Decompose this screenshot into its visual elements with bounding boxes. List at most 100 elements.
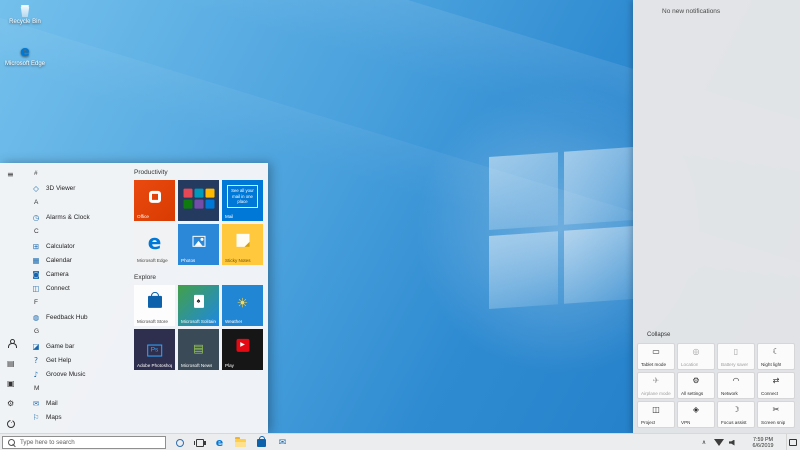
tile-microsoft-store[interactable]: Microsoft Store <box>134 285 175 326</box>
app-list-item-mail[interactable]: ✉ Mail <box>25 396 131 410</box>
desktop-icon-recycle-bin[interactable]: Recycle Bin <box>2 5 48 26</box>
tile-photos[interactable]: Photos <box>178 224 219 265</box>
office-icon <box>149 190 161 202</box>
user-icon[interactable] <box>7 339 16 350</box>
tile-office[interactable]: Office <box>134 180 175 221</box>
tray-network-button[interactable] <box>712 434 725 450</box>
connect-icon: ◫ <box>31 284 41 293</box>
tray-expand-button[interactable]: ∧ <box>698 434 710 450</box>
taskbar-edge-button[interactable]: e <box>210 434 229 450</box>
app-list-item-groove-music[interactable]: ♪ Groove Music <box>25 367 131 381</box>
tile-weather[interactable]: ☀ Weather <box>222 285 263 326</box>
location-icon: ◎ <box>678 347 714 356</box>
cortana-button[interactable] <box>170 434 189 450</box>
quick-action-battery-saver[interactable]: ▯ Battery saver <box>717 343 755 370</box>
desktop: Recycle Bin e Microsoft Edge No new noti… <box>0 0 800 450</box>
app-list-item-get-help[interactable]: ? Get Help <box>25 353 131 367</box>
app-list-item-calendar[interactable]: ▦ Calendar <box>25 253 131 267</box>
app-list-item-camera[interactable]: ◙ Camera <box>25 267 131 281</box>
quick-action-airplane-mode[interactable]: ✈ Airplane mode <box>637 372 675 399</box>
power-icon[interactable] <box>7 420 15 430</box>
hamburger-menu-icon[interactable]: ≡ <box>7 170 14 179</box>
tile-microsoft-edge[interactable]: e Microsoft Edge <box>134 224 175 265</box>
app-list-item-alarms-clock[interactable]: ◷ Alarms & Clock <box>25 210 131 224</box>
tile-group-explore: Microsoft Store Microsoft Solitaire Coll… <box>134 285 268 370</box>
tile-solitaire[interactable]: Microsoft Solitaire Collection <box>178 285 219 326</box>
quick-action-location[interactable]: ◎ Location <box>677 343 715 370</box>
app-list-item-connect[interactable]: ◫ Connect <box>25 281 131 295</box>
feedback-icon: ◍ <box>31 313 41 322</box>
documents-icon[interactable]: ▤ <box>7 359 15 368</box>
focus-assist-icon: ☽ <box>718 405 754 414</box>
tile-microsoft-news[interactable]: ▤ Microsoft News <box>178 329 219 370</box>
wifi-icon <box>714 439 724 446</box>
photos-icon <box>192 235 205 246</box>
pictures-icon[interactable]: ▣ <box>7 379 15 388</box>
file-explorer-button[interactable] <box>231 434 250 450</box>
desktop-icon-edge[interactable]: e Microsoft Edge <box>2 45 48 68</box>
sun-icon: ☀ <box>237 296 249 311</box>
maps-flag-icon: ⚐ <box>31 413 41 422</box>
night-light-icon: ☾ <box>758 347 794 356</box>
app-list-item-3d-viewer[interactable]: ◇ 3D Viewer <box>25 181 131 195</box>
app-list-section-header[interactable]: F <box>25 295 131 310</box>
windows-logo-pane <box>489 152 558 230</box>
project-icon: ◫ <box>638 405 674 414</box>
task-view-button[interactable] <box>190 434 209 450</box>
clock-icon: ◷ <box>31 213 41 222</box>
recycle-bin-icon <box>20 5 30 17</box>
app-list-section-header[interactable]: A <box>25 195 131 210</box>
search-input[interactable]: Type here to search <box>2 436 166 449</box>
app-list-section-header[interactable]: # <box>25 166 131 181</box>
store-button[interactable] <box>252 434 271 450</box>
tile-group-title[interactable]: Productivity <box>134 169 268 176</box>
tile-apps-live[interactable] <box>178 180 219 221</box>
app-list-item-calculator[interactable]: ⊞ Calculator <box>25 239 131 253</box>
start-app-list: # ◇ 3D Viewer A ◷ Alarms & Clock C ⊞ Cal… <box>25 166 131 424</box>
network-icon: ◠ <box>718 376 754 385</box>
tablet-mode-icon: ▭ <box>638 347 674 356</box>
app-list-item-game-bar[interactable]: ◪ Game bar <box>25 339 131 353</box>
taskbar-clock[interactable]: 7:59 PM 6/6/2019 <box>741 434 785 450</box>
windows-logo <box>489 147 633 309</box>
edge-icon: e <box>216 436 223 449</box>
calculator-icon: ⊞ <box>31 242 41 251</box>
quick-action-all-settings[interactable]: ⚙ All settings <box>677 372 715 399</box>
airplane-icon: ✈ <box>638 376 674 385</box>
quick-action-screen-snip[interactable]: ✂ Screen snip <box>757 401 795 428</box>
settings-gear-icon[interactable]: ⚙ <box>7 399 14 408</box>
sticky-note-icon <box>236 233 249 246</box>
windows-logo-pane <box>564 147 633 225</box>
start-menu-rail: ≡ ▤ ▣ ⚙ <box>0 163 24 433</box>
tile-group-title[interactable]: Explore <box>134 274 268 281</box>
tile-adobe-photoshop[interactable]: Ps Adobe Photoshop Express <box>134 329 175 370</box>
app-list-section-header[interactable]: M <box>25 381 131 396</box>
quick-action-connect[interactable]: ⇄ Connect <box>757 372 795 399</box>
quick-action-network[interactable]: ◠ Network <box>717 372 755 399</box>
quick-action-project[interactable]: ◫ Project <box>637 401 675 428</box>
photoshop-ps-icon: Ps <box>147 344 163 357</box>
action-center-button[interactable] <box>786 434 799 450</box>
windows-logo-pane <box>564 226 633 304</box>
screen-snip-icon: ✂ <box>758 405 794 414</box>
quick-action-tablet-mode[interactable]: ▭ Tablet mode <box>637 343 675 370</box>
app-list-item-maps[interactable]: ⚐ Maps <box>25 410 131 424</box>
quick-action-vpn[interactable]: ◈ VPN <box>677 401 715 428</box>
edge-icon: e <box>148 230 162 254</box>
vpn-icon: ◈ <box>678 405 714 414</box>
mail-icon: ✉ <box>31 399 41 408</box>
app-list-section-header[interactable]: C <box>25 224 131 239</box>
mail-button[interactable]: ✉ <box>273 434 292 450</box>
music-note-icon: ♪ <box>31 370 41 379</box>
tile-sticky-notes[interactable]: Sticky Notes <box>222 224 263 265</box>
app-list-section-header[interactable]: G <box>25 324 131 339</box>
app-list-item-feedback-hub[interactable]: ◍ Feedback Hub <box>25 310 131 324</box>
tray-volume-button[interactable] <box>726 434 739 450</box>
quick-action-focus-assist[interactable]: ☽ Focus assist <box>717 401 755 428</box>
collapse-button[interactable]: Collapse <box>647 332 670 338</box>
taskbar: Type here to search e ✉ ∧ 7:59 PM 6/6/20… <box>0 433 800 450</box>
settings-gear-icon: ⚙ <box>678 376 714 385</box>
tile-mail[interactable]: See all your mail in one place Mail <box>222 180 263 221</box>
tile-play[interactable]: Play <box>222 329 263 370</box>
quick-action-night-light[interactable]: ☾ Night light <box>757 343 795 370</box>
